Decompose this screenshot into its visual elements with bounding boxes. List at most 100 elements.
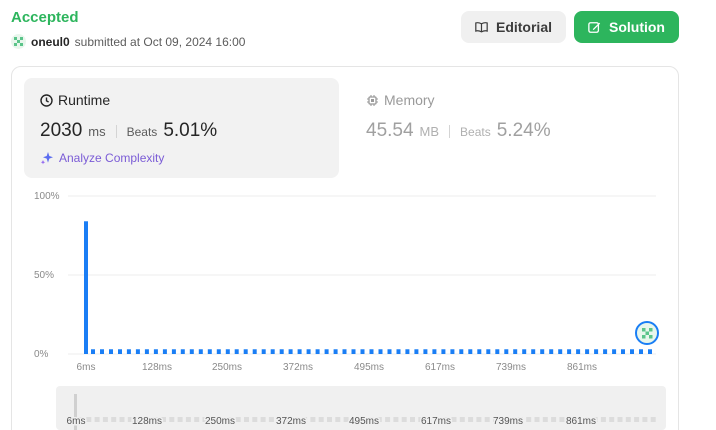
chart-bar[interactable] (198, 349, 203, 354)
chart-bar[interactable] (91, 349, 95, 354)
chart-bar[interactable] (549, 349, 554, 354)
book-icon (475, 22, 488, 33)
chart-bar[interactable] (594, 349, 599, 354)
runtime-panel[interactable]: Runtime 2030 ms Beats 5.01% Analyze Comp… (24, 78, 339, 178)
chart-bar[interactable] (378, 349, 383, 354)
chart-bar[interactable] (414, 349, 419, 354)
brush-bar (551, 417, 557, 422)
brush-bar (235, 417, 241, 422)
chart-bar[interactable] (603, 349, 608, 354)
brush-bar (244, 417, 249, 422)
runtime-beats-label: Beats (126, 125, 158, 139)
chart-bar[interactable] (477, 349, 482, 354)
analyze-complexity-link[interactable]: Analyze Complexity (40, 151, 323, 165)
chart-bar[interactable] (153, 349, 158, 354)
chart-bar[interactable] (84, 221, 88, 354)
chart-bar[interactable] (279, 349, 284, 354)
chart-bar[interactable] (306, 349, 311, 354)
chart-bar[interactable] (504, 349, 509, 354)
brush-tick-label: 6ms (67, 416, 86, 427)
chart-bar[interactable] (450, 349, 455, 354)
chart-bar[interactable] (648, 349, 652, 354)
chart-bar[interactable] (234, 349, 239, 354)
chart-bar[interactable] (135, 349, 140, 354)
chart-bar[interactable] (396, 349, 401, 354)
chart-bar[interactable] (387, 349, 392, 354)
chart-bar[interactable] (144, 349, 149, 354)
chart-bar[interactable] (261, 349, 266, 354)
editorial-button[interactable]: Editorial (461, 11, 566, 43)
chart-bar[interactable] (441, 349, 446, 354)
memory-label: Memory (384, 92, 435, 108)
chart-bar[interactable] (567, 349, 572, 354)
chart-bar[interactable] (180, 349, 185, 354)
runtime-distribution-chart[interactable]: 6ms 128ms 250ms 372ms 495ms 617ms 739ms 861ms (0, 185, 716, 375)
chart-bar[interactable] (171, 349, 176, 354)
chart-bar[interactable] (630, 349, 634, 354)
brush-bar (335, 417, 341, 422)
chart-bar[interactable] (459, 349, 464, 354)
chart-bar[interactable] (585, 349, 590, 354)
chart-bar[interactable] (423, 349, 428, 354)
memory-panel[interactable]: Memory 45.54 MB Beats 5.24% (350, 78, 665, 178)
chart-bar[interactable] (270, 349, 275, 354)
chart-bar[interactable] (162, 349, 167, 354)
chart-bar[interactable] (288, 349, 293, 354)
brush-bar (385, 417, 391, 422)
chart-bar[interactable] (369, 349, 374, 354)
brush-bar (534, 417, 540, 422)
chart-bar[interactable] (297, 349, 302, 354)
chart-bar[interactable] (109, 349, 113, 354)
user-position-marker[interactable] (635, 321, 659, 345)
chart-bar[interactable] (207, 349, 212, 354)
chart-bar[interactable] (252, 349, 257, 354)
chart-bar[interactable] (315, 349, 320, 354)
chart-bar[interactable] (100, 349, 104, 354)
brush-tick-label: 861ms (566, 416, 596, 427)
chart-bar[interactable] (468, 349, 473, 354)
chart-bar[interactable] (351, 349, 356, 354)
chart-bar[interactable] (432, 349, 437, 354)
sparkle-icon (40, 152, 53, 165)
divider (449, 124, 451, 138)
runtime-value: 2030 (40, 120, 83, 141)
memory-beats-label: Beats (460, 125, 491, 139)
brush-bar (401, 417, 407, 422)
chart-bar[interactable] (225, 349, 230, 354)
brush-bar (642, 417, 648, 422)
brush-bar (393, 417, 399, 422)
chart-bar[interactable] (540, 349, 545, 354)
chart-bar[interactable] (531, 349, 536, 354)
brush-bar (468, 417, 474, 422)
chart-bar[interactable] (216, 349, 221, 354)
chart-bar[interactable] (639, 349, 643, 354)
avatar[interactable] (11, 34, 26, 49)
brush-bar (177, 417, 183, 422)
brush-bar (111, 417, 117, 422)
chart-bar[interactable] (405, 349, 410, 354)
chart-bar[interactable] (495, 349, 500, 354)
chart-bar[interactable] (576, 349, 581, 354)
brush-bar (327, 417, 332, 422)
chart-bar[interactable] (486, 349, 491, 354)
chart-bar[interactable] (612, 349, 617, 354)
chart-bar[interactable] (243, 349, 248, 354)
chart-bar[interactable] (118, 349, 122, 354)
brush-bar (194, 417, 200, 422)
chart-bar[interactable] (621, 349, 625, 354)
runtime-unit: ms (88, 124, 106, 139)
chart-bar[interactable] (360, 349, 365, 354)
solution-button[interactable]: Solution (574, 11, 679, 43)
username-link[interactable]: oneul0 (31, 35, 70, 49)
chart-bar[interactable] (189, 349, 194, 354)
chart-bar[interactable] (522, 349, 527, 354)
analyze-label: Analyze Complexity (59, 151, 165, 165)
chart-bar[interactable] (324, 349, 329, 354)
chart-bar[interactable] (126, 349, 131, 354)
memory-values: 45.54 MB Beats 5.24% (366, 120, 649, 142)
chart-bar[interactable] (342, 349, 347, 354)
chart-bar[interactable] (558, 349, 563, 354)
chart-bar[interactable] (333, 349, 338, 354)
chart-bar[interactable] (513, 349, 518, 354)
memory-header: Memory (366, 92, 649, 108)
